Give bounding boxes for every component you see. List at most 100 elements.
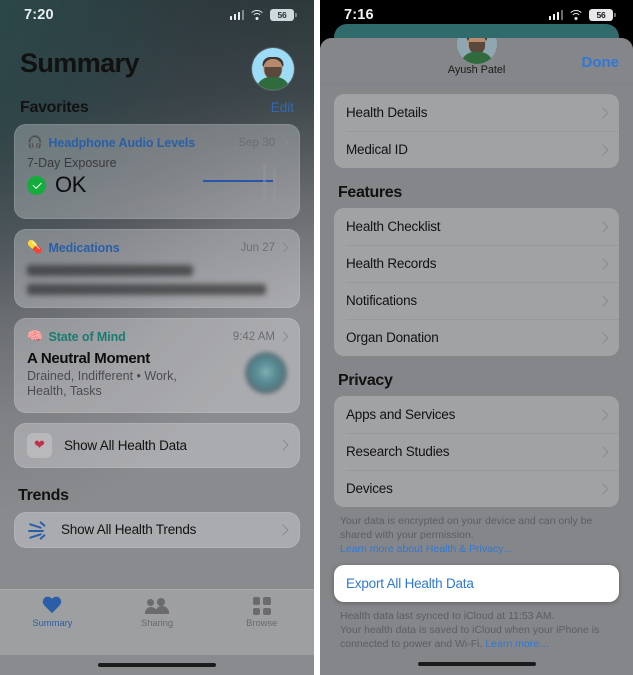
card-title-text: State of Mind	[48, 329, 126, 344]
headphone-mini-chart	[201, 160, 287, 206]
tab-label: Sharing	[140, 618, 174, 629]
mood-detail: Drained, Indifferent • Work, Health, Tas…	[27, 369, 177, 399]
row-health-checklist[interactable]: Health Checklist	[334, 208, 619, 245]
row-notifications[interactable]: Notifications	[334, 282, 619, 319]
favorites-title: Favorites	[20, 99, 89, 116]
card-date: Jun 27	[240, 241, 275, 254]
status-time: 7:20	[24, 7, 54, 23]
chevron-right-icon	[597, 331, 609, 344]
wifi-icon	[568, 10, 584, 20]
chevron-right-icon	[277, 523, 289, 536]
row-label: Medical ID	[346, 142, 408, 157]
row-medical-id[interactable]: Medical ID	[334, 131, 619, 168]
battery-percent: 56	[596, 10, 606, 20]
trends-icon	[27, 520, 49, 540]
screenshot-stage: 7:20 56 Summary Favorites Edit 🎧 Headpho…	[0, 0, 633, 675]
left-phone-screen: 7:20 56 Summary Favorites Edit 🎧 Headpho…	[0, 0, 314, 675]
redacted-medication-line-2	[27, 284, 267, 295]
battery-icon: 56	[270, 9, 297, 21]
heart-icon	[42, 597, 62, 615]
people-icon	[145, 597, 169, 615]
row-research-studies[interactable]: Research Studies	[334, 433, 619, 470]
sheet-scroll-area[interactable]: Health Details Medical ID Features Healt…	[320, 84, 633, 653]
right-phone-screen: 7:16 56 Ayush Patel Done Health Details …	[320, 0, 633, 675]
show-all-health-trends-row[interactable]: Show All Health Trends	[14, 511, 300, 548]
page-title: Summary	[20, 48, 139, 78]
privacy-learn-more-link[interactable]: Learn more about Health & Privacy…	[340, 543, 514, 555]
privacy-footer-text: Your data is encrypted on your device an…	[340, 515, 593, 542]
card-title-text: Headphone Audio Levels	[48, 135, 196, 150]
row-label: Apps and Services	[346, 407, 456, 422]
features-section-title: Features	[338, 184, 402, 201]
row-label: Notifications	[346, 293, 417, 308]
card-title-text: Medications	[48, 240, 120, 255]
group-account: Health Details Medical ID	[334, 94, 619, 168]
green-check-icon	[27, 175, 46, 195]
card-medications[interactable]: 💊 Medications Jun 27	[14, 229, 300, 308]
favorites-section-header: Favorites Edit	[0, 90, 314, 124]
tab-label: Browse	[246, 618, 278, 629]
chevron-right-icon	[597, 257, 609, 270]
trends-section-header: Trends	[14, 478, 300, 512]
tab-browse[interactable]: Browse	[209, 597, 314, 629]
group-privacy: Apps and Services Research Studies Devic…	[334, 396, 619, 507]
card-time: 9:42 AM	[232, 330, 275, 343]
group-features: Health Checklist Health Records Notifica…	[334, 208, 619, 356]
row-organ-donation[interactable]: Organ Donation	[334, 319, 619, 356]
card-state-of-mind[interactable]: 🧠 State of Mind 9:42 AM A Neutral Moment…	[14, 318, 300, 413]
edit-button[interactable]: Edit	[271, 100, 294, 115]
privacy-footer: Your data is encrypted on your device an…	[334, 507, 619, 556]
heart-icon: ❤	[27, 432, 52, 458]
sync-learn-more-link[interactable]: Learn more…	[485, 638, 549, 650]
chevron-right-icon	[277, 439, 289, 451]
mood-orb-icon	[245, 352, 287, 394]
export-all-health-data-button[interactable]: Export All Health Data	[334, 565, 619, 602]
tab-sharing[interactable]: Sharing	[105, 597, 210, 629]
row-label: Health Details	[346, 105, 428, 120]
battery-percent: 56	[277, 10, 287, 20]
state-of-mind-icon: 🧠	[27, 329, 43, 343]
row-health-details[interactable]: Health Details	[334, 94, 619, 131]
left-status-bar: 7:20 56	[0, 0, 314, 30]
trends-title: Trends	[18, 486, 69, 504]
headphone-icon: 🎧	[27, 135, 43, 149]
profile-avatar[interactable]	[456, 38, 497, 64]
cellular-bars-icon	[229, 10, 244, 20]
summary-header: Summary	[0, 30, 314, 90]
row-label: Research Studies	[346, 444, 450, 459]
exposure-status: OK	[55, 172, 86, 197]
row-label: Health Checklist	[346, 219, 441, 234]
chevron-right-icon	[597, 143, 609, 156]
row-label: Devices	[346, 481, 393, 496]
row-devices[interactable]: Devices	[334, 470, 619, 507]
chevron-right-icon	[597, 482, 609, 495]
sync-footer: Health data last synced to iCloud at 11:…	[334, 602, 619, 651]
tab-label: Summary	[32, 618, 73, 629]
chevron-right-icon	[597, 445, 609, 458]
battery-icon: 56	[589, 9, 616, 21]
tab-summary[interactable]: Summary	[0, 597, 105, 629]
card-date: Sep 30	[238, 136, 275, 149]
row-label: Show All Health Trends	[61, 522, 197, 537]
home-indicator	[0, 655, 314, 675]
row-health-records[interactable]: Health Records	[334, 245, 619, 282]
chevron-right-icon	[597, 408, 609, 421]
redacted-medication-line-1	[27, 265, 194, 276]
medications-icon: 💊	[27, 240, 43, 254]
right-status-bar: 7:16 56	[320, 0, 633, 30]
tab-bar: Summary Sharing Browse	[0, 589, 314, 655]
row-apps-and-services[interactable]: Apps and Services	[334, 396, 619, 433]
card-headphone-audio-levels[interactable]: 🎧 Headphone Audio Levels Sep 30 7-Day Ex…	[14, 124, 300, 219]
privacy-section-title: Privacy	[338, 372, 393, 389]
row-label: Health Records	[346, 256, 437, 271]
chevron-right-icon	[597, 220, 609, 233]
grid-icon	[252, 597, 271, 615]
summary-scroll-area[interactable]: 🎧 Headphone Audio Levels Sep 30 7-Day Ex…	[0, 124, 314, 589]
done-button[interactable]: Done	[582, 54, 620, 71]
show-all-health-data-row[interactable]: ❤ Show All Health Data	[14, 422, 300, 468]
row-label: Show All Health Data	[64, 437, 187, 453]
profile-sheet: Ayush Patel Done Health Details Medical …	[320, 38, 633, 675]
home-indicator	[320, 653, 633, 675]
cellular-bars-icon	[548, 10, 563, 20]
profile-avatar[interactable]	[252, 48, 294, 90]
